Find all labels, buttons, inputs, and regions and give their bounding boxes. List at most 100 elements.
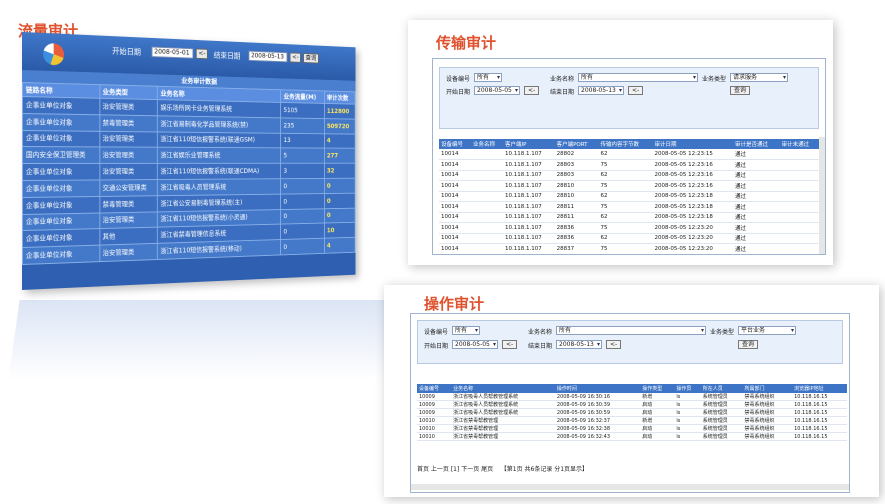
column-header[interactable]: 所在人员 [701, 384, 743, 393]
table-cell: 10 [324, 223, 355, 239]
table-cell: 企事业单位对象 [22, 196, 99, 214]
type-select[interactable]: 平台业务 [738, 326, 796, 335]
table-cell [780, 223, 819, 234]
operation-audit-title: 操作审计 [424, 293, 484, 314]
start-date-picker-button[interactable]: <- [524, 86, 539, 95]
table-cell: 启动 [640, 409, 674, 417]
end-date-input[interactable]: 2008-05-13 [249, 51, 288, 63]
pager-links[interactable]: 首页 上一页 [1] 下一页 尾页 [417, 466, 493, 473]
table-row[interactable]: 10014 10.118.1.107 28810 75 2008-05-05 12:23… [439, 181, 819, 192]
column-header[interactable]: 浏览器IP地址 [792, 384, 847, 393]
service-select[interactable]: 所有 [556, 326, 706, 335]
table-row[interactable]: 10014 10.118.1.107 28836 75 2008-05-05 12:23… [439, 223, 819, 234]
table-row[interactable]: 10014 10.118.1.107 28837 75 2008-05-05 12:23… [439, 244, 819, 255]
table-cell: 通过 [733, 170, 780, 181]
column-header[interactable]: 业务类型 [99, 85, 157, 100]
table-row[interactable]: 10014 10.118.1.107 28803 62 2008-05-05 12:23… [439, 170, 819, 181]
table-cell: 企事业单位对象 [22, 213, 99, 231]
column-header[interactable]: 客户端PORT [555, 139, 599, 149]
start-date-input[interactable]: 2008-05-01 [152, 47, 194, 59]
column-header[interactable]: 业务流量(M) [281, 90, 324, 104]
table-cell [780, 181, 819, 192]
table-cell: 0 [281, 223, 324, 239]
table-cell: 通过 [733, 233, 780, 244]
table-row[interactable]: 10014 10.118.1.107 28836 62 2008-05-05 12:23… [439, 233, 819, 244]
table-cell: 浙江省110短信报警系统(联通GSM) [157, 132, 280, 149]
table-row[interactable]: 10014 10.118.1.107 28802 62 2008-05-05 12:23… [439, 149, 819, 160]
table-cell: 通过 [733, 244, 780, 255]
table-cell: 2008-05-05 12:23:18 [652, 202, 733, 213]
table-cell [780, 233, 819, 244]
table-row[interactable]: 企事业单位对象 治安管理类 浙江省110短信报警系统(联通GSM) 13 4 [22, 130, 355, 148]
table-row[interactable]: 10009 浙江省吸毒人员帮教管理系统 2008-05-09 16:30:59 启动 l… [417, 409, 847, 417]
table-cell: 10014 [439, 191, 471, 202]
table-row[interactable]: 10014 10.118.1.107 28811 75 2008-05-05 12:23… [439, 202, 819, 213]
column-header[interactable]: 操作员 [674, 384, 700, 393]
transfer-audit-window: 设备编号 所有 业务名称 所有 业务类型 请求服务 开始日期 2008-05-0… [432, 58, 826, 255]
end-date-input[interactable]: 2008-05-13 [556, 340, 602, 349]
end-date-picker-button[interactable]: <- [606, 340, 621, 349]
table-row[interactable]: 10014 10.118.1.107 28810 62 2008-05-05 12:23… [439, 191, 819, 202]
type-select[interactable]: 请求服务 [730, 73, 788, 82]
end-date-input[interactable]: 2008-05-13 [578, 86, 624, 95]
table-cell: 系统管理员 [701, 409, 743, 417]
column-header[interactable]: 设备编号 [439, 139, 471, 149]
operation-audit-panel: 操作审计 设备编号 所有 业务名称 所有 业务类型 平台业务 开始日期 2008… [384, 285, 879, 497]
table-cell: 62 [598, 191, 652, 202]
column-header[interactable]: 传输内容字节数 [598, 139, 652, 149]
table-row[interactable]: 10010 浙江省禁毒帮教管理 2008-05-09 16:32:37 新增 ls 系统管… [417, 417, 847, 425]
start-date-input[interactable]: 2008-05-05 [452, 340, 498, 349]
start-date-input[interactable]: 2008-05-05 [474, 86, 520, 95]
device-select[interactable]: 所有 [452, 326, 480, 335]
table-cell: 62 [598, 233, 652, 244]
vertical-scrollbar[interactable] [819, 137, 825, 255]
table-cell: 509720 [324, 118, 355, 133]
query-button[interactable]: 查询 [738, 340, 758, 349]
end-date-picker-button[interactable]: <- [290, 52, 301, 62]
horizontal-scrollbar[interactable] [411, 484, 849, 490]
column-header[interactable]: 审计未通过 [780, 139, 819, 149]
column-header[interactable]: 设备编号 [417, 384, 451, 393]
table-cell: 浙江省娱乐业管理系统 [157, 148, 280, 164]
column-header[interactable]: 审计日期 [652, 139, 733, 149]
table-cell: 28803 [555, 170, 599, 181]
table-row[interactable]: 10014 10.118.1.107 28803 75 2008-05-05 12:23… [439, 160, 819, 171]
table-cell: 10009 [417, 393, 451, 401]
table-row[interactable]: 10009 浙江省吸毒人员帮教管理系统 2008-05-09 16:30:39 启动 l… [417, 401, 847, 409]
column-header[interactable]: 客户端IP [503, 139, 555, 149]
column-header[interactable]: 操作类型 [640, 384, 674, 393]
table-cell: 112800 [324, 103, 355, 119]
table-row[interactable]: 10009 浙江省吸毒人员帮教管理系统 2008-05-09 16:30:16 新增 l… [417, 393, 847, 401]
table-cell: 13 [281, 133, 324, 148]
table-row[interactable]: 10014 10.118.1.107 28811 62 2008-05-05 12:23… [439, 212, 819, 223]
end-date-picker-button[interactable]: <- [628, 86, 643, 95]
table-cell: 10.118.16.15 [792, 401, 847, 409]
operation-table: 设备编号 业务名称 操作时间 操作类型 操作员 所在人员 所属部门 浏览器IP地址 10009… [417, 384, 847, 441]
query-button[interactable]: 查询 [730, 86, 750, 95]
table-cell [780, 202, 819, 213]
column-header[interactable]: 所属部门 [743, 384, 793, 393]
column-header[interactable]: 业务名称 [471, 139, 503, 149]
table-cell: 10014 [439, 149, 471, 160]
column-header[interactable]: 审计次数 [324, 91, 355, 104]
table-cell: 2008-05-05 12:23:16 [652, 181, 733, 192]
table-cell: 2008-05-05 12:23:16 [652, 170, 733, 181]
service-select[interactable]: 所有 [578, 73, 698, 82]
table-cell: 10014 [439, 181, 471, 192]
table-cell: 28836 [555, 233, 599, 244]
device-select[interactable]: 所有 [474, 73, 502, 82]
column-header[interactable]: 审计是否通过 [733, 139, 780, 149]
column-header[interactable]: 业务名称 [451, 384, 555, 393]
table-cell: 10014 [439, 233, 471, 244]
start-date-picker-button[interactable]: <- [502, 340, 517, 349]
table-row[interactable]: 国内安全保卫管理类 治安管理类 浙江省娱乐业管理系统 5 277 [22, 147, 355, 164]
column-header[interactable]: 操作时间 [555, 384, 640, 393]
table-cell: 0 [281, 208, 324, 224]
start-date-picker-button[interactable]: <- [196, 48, 208, 59]
query-button[interactable]: 查询 [303, 53, 319, 64]
table-cell [471, 170, 503, 181]
table-cell: 10.118.16.15 [792, 417, 847, 425]
table-row[interactable]: 10010 浙江省禁毒帮教管理 2008-05-09 16:32:38 启动 ls 系统管… [417, 425, 847, 433]
reflection [8, 300, 419, 380]
table-row[interactable]: 10010 浙江省禁毒帮教管理 2008-05-09 16:32:43 启动 ls 系统管… [417, 433, 847, 441]
